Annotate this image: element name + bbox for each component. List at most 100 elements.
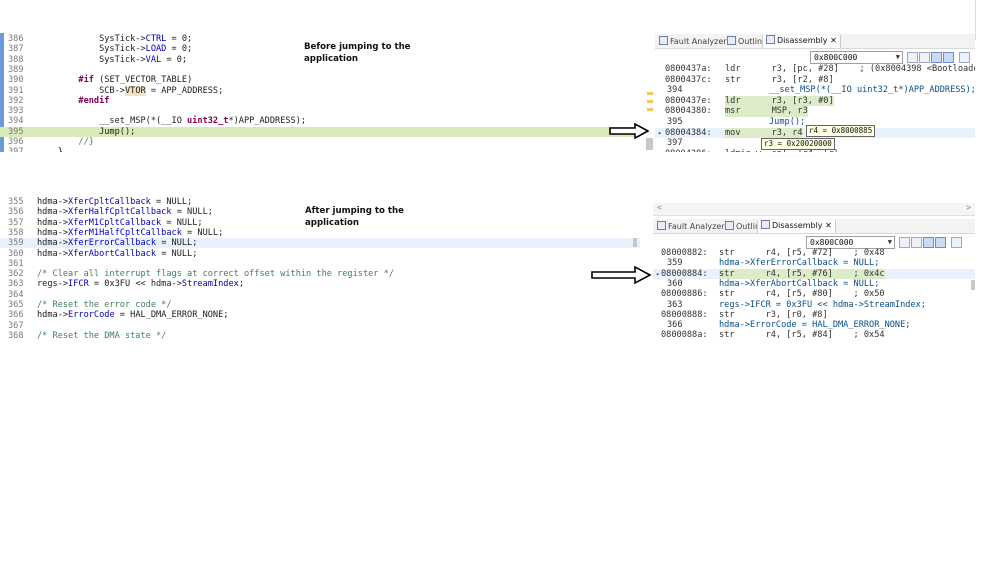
- address-input[interactable]: 0x800C000 ▼: [810, 51, 903, 64]
- instruction-address: 0800088a:: [661, 330, 708, 340]
- code-line[interactable]: 366 hdma->ErrorCode = HAL_DMA_ERROR_NONE;: [0, 310, 640, 320]
- view-menu-icon[interactable]: [959, 52, 970, 63]
- code-line[interactable]: 365 /* Reset the error code */: [0, 300, 640, 310]
- instruction-address: 0800437c:: [665, 74, 712, 85]
- line-code: /* Reset the DMA state */: [37, 330, 167, 340]
- instruction-row[interactable]: 08000886: str r4, [r5, #80] ; 0x50: [653, 289, 975, 299]
- line-code: SysTick->CTRL = 0;: [37, 34, 193, 44]
- close-icon[interactable]: ✕: [825, 221, 832, 230]
- scrollbar-thumb[interactable]: [646, 138, 653, 150]
- code-line[interactable]: 391 SCB->VTOR = APP_ADDRESS;: [0, 85, 640, 96]
- code-line[interactable]: 396 //}: [0, 137, 640, 147]
- chevron-down-icon[interactable]: ▼: [888, 237, 892, 248]
- line-number: 394: [8, 116, 24, 127]
- tab-disassembly[interactable]: Disassembly ✕: [762, 35, 841, 48]
- horizontal-scrollbar[interactable]: < >: [653, 203, 975, 216]
- code-line[interactable]: 361: [0, 259, 640, 269]
- instruction-row[interactable]: 0800437a: ldr r3, [pc, #28] ; (0x8004398 …: [655, 64, 975, 74]
- code-line[interactable]: 368 /* Reset the DMA state */: [0, 331, 640, 340]
- view-menu-icon[interactable]: [951, 237, 962, 248]
- toolbar-icon[interactable]: [899, 237, 910, 248]
- line-number: 387: [8, 44, 24, 55]
- code-line[interactable]: 360 hdma->XferAbortCallback = NULL;: [0, 249, 640, 259]
- code-line[interactable]: 397 }: [0, 147, 640, 152]
- line-number: 358: [8, 227, 24, 238]
- ruler-mark: [647, 100, 653, 103]
- line-code: hdma->XferM1CpltCallback = NULL;: [37, 217, 203, 228]
- source-text: hdma->XferErrorCallback = NULL;: [719, 258, 880, 269]
- instruction-row[interactable]: 08000884: str r4, [r5, #76] ; 0x4c ▸: [653, 268, 975, 279]
- chevron-down-icon[interactable]: ▼: [896, 52, 900, 63]
- line-number: 356: [8, 207, 24, 218]
- toolbar-icon[interactable]: [907, 52, 918, 63]
- line-number: 361: [8, 258, 24, 269]
- tab-disassembly[interactable]: Disassembly ✕: [757, 220, 836, 233]
- source-line[interactable]: 366 hdma->ErrorCode = HAL_DMA_ERROR_NONE;: [653, 320, 975, 330]
- tab-fault-analyzer[interactable]: Fault Analyzer: [659, 36, 727, 48]
- instruction-text: ldr r3, [pc, #28] ; (0x8004398 <Bootload…: [725, 64, 975, 74]
- source-text: Jump();: [769, 117, 806, 127]
- code-line[interactable]: 359 hdma->XferErrorCallback = NULL;: [0, 238, 640, 249]
- outline-icon: [727, 36, 736, 45]
- instruction-row[interactable]: 0800088a: str r4, [r5, #84] ; 0x54: [653, 330, 975, 340]
- line-code: /* Clear all interrupt flags at correct …: [37, 269, 394, 280]
- line-number: 366: [8, 310, 24, 321]
- instruction-text: ldr r3, [r3, #0]: [725, 95, 834, 107]
- tab-outline[interactable]: Outline: [727, 36, 767, 48]
- link-icon[interactable]: [923, 237, 934, 248]
- close-icon[interactable]: ✕: [830, 36, 837, 45]
- code-line[interactable]: 367: [0, 321, 640, 331]
- home-icon[interactable]: [919, 52, 930, 63]
- code-line[interactable]: 362 /* Clear all interrupt flags at corre…: [0, 269, 640, 279]
- code-line[interactable]: 393: [0, 106, 640, 116]
- instruction-address: 08004384:: [665, 127, 712, 138]
- editor-scrollbar[interactable]: [633, 238, 637, 247]
- source-line-number: 397: [667, 138, 683, 149]
- source-line-number: 363: [667, 299, 683, 310]
- instruction-text: str r4, [r5, #84] ; 0x54: [719, 330, 885, 340]
- source-text: __set_MSP(*(__IO uint32_t*)APP_ADDRESS);: [769, 85, 975, 96]
- arrow-right-icon: [609, 123, 649, 139]
- sync-icon[interactable]: [943, 52, 954, 63]
- instruction-row[interactable]: 0800437c: str r3, [r2, #8]: [655, 75, 975, 85]
- source-line[interactable]: 363 regs->IFCR = 0x3FU << hdma->StreamInd…: [653, 300, 975, 310]
- disassembly-icon: [766, 35, 775, 44]
- instruction-row[interactable]: 08000882: str r4, [r5, #72] ; 0x48: [653, 248, 975, 258]
- register-tooltip-r3: r3 = 0x20020000: [761, 138, 835, 150]
- tab-label: Fault Analyzer: [668, 222, 725, 231]
- code-line[interactable]: 364: [0, 290, 640, 300]
- instruction-row[interactable]: 08000888: str r3, [r0, #8]: [653, 310, 975, 320]
- line-number: 391: [8, 85, 24, 96]
- disassembly-scrollbar[interactable]: [971, 280, 975, 290]
- instruction-row[interactable]: 08004380: msr MSP, r3: [655, 106, 975, 117]
- code-line[interactable]: 389: [0, 65, 640, 75]
- source-line[interactable]: 359 hdma->XferErrorCallback = NULL;: [653, 258, 975, 268]
- source-line[interactable]: 394 __set_MSP(*(__IO uint32_t*)APP_ADDRES…: [655, 85, 975, 95]
- sync-icon[interactable]: [935, 237, 946, 248]
- code-line[interactable]: 394 __set_MSP(*(__IO uint32_t*)APP_ADDRE…: [0, 116, 640, 126]
- line-number: 363: [8, 279, 24, 290]
- line-number: 360: [8, 248, 24, 259]
- line-number: 357: [8, 217, 24, 228]
- instruction-row[interactable]: 0800437e: ldr r3, [r3, #0]: [655, 95, 975, 107]
- line-code: Jump();: [37, 126, 136, 137]
- scroll-right-icon[interactable]: >: [966, 203, 971, 212]
- line-number: 364: [8, 289, 24, 300]
- scroll-left-icon[interactable]: <: [657, 203, 662, 212]
- line-code: hdma->XferHalfCpltCallback = NULL;: [37, 207, 213, 218]
- source-line[interactable]: 360 hdma->XferAbortCallback = NULL;: [653, 279, 975, 289]
- code-line[interactable]: 390 #if (SET_VECTOR_TABLE): [0, 75, 640, 85]
- code-line[interactable]: 363 regs->IFCR = 0x3FU << hdma->StreamInd…: [0, 279, 640, 289]
- line-code: //}: [78, 137, 94, 147]
- instruction-address: 08004380:: [665, 106, 712, 117]
- instruction-text: str r4, [r5, #80] ; 0x50: [719, 289, 885, 300]
- line-number: 396: [8, 137, 24, 147]
- tab-fault-analyzer[interactable]: Fault Analyzer: [657, 221, 725, 233]
- home-icon[interactable]: [911, 237, 922, 248]
- code-line[interactable]: 392 #endif: [0, 96, 640, 106]
- code-line[interactable]: 358 hdma->XferM1HalfCpltCallback = NULL;: [0, 228, 640, 238]
- line-code: regs->IFCR = 0x3FU << hdma->StreamIndex;: [37, 279, 244, 290]
- line-number: 395: [8, 126, 24, 137]
- code-line[interactable]: 395 Jump();: [0, 126, 640, 137]
- link-icon[interactable]: [931, 52, 942, 63]
